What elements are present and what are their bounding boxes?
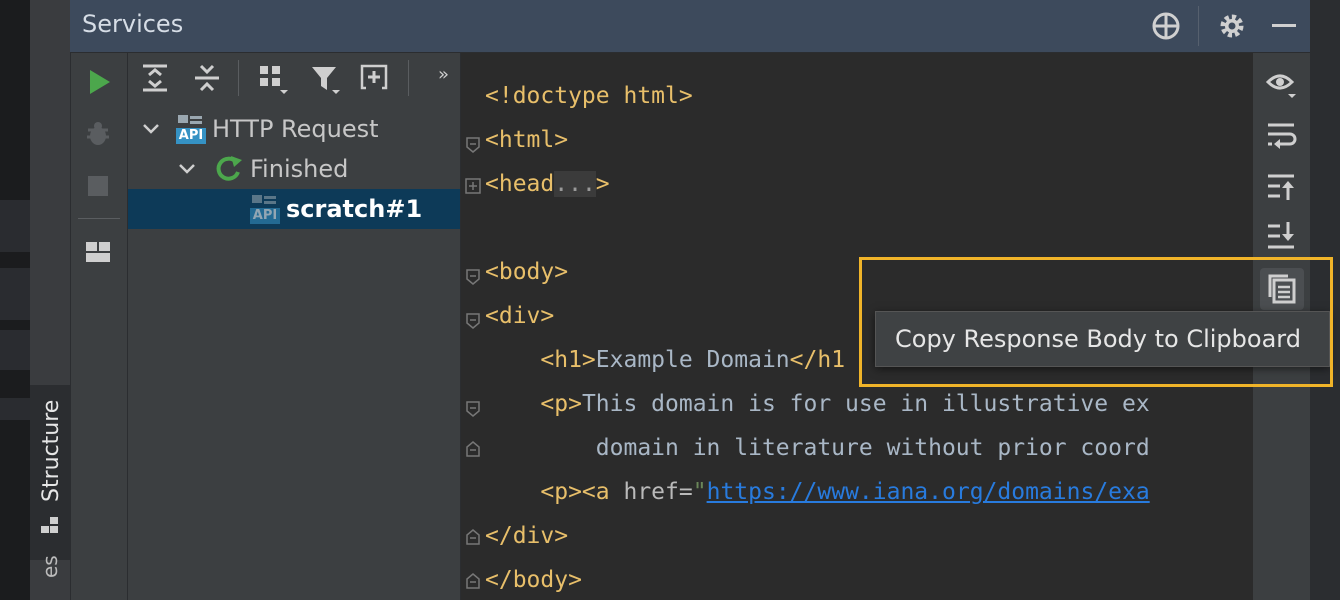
fold-end-icon[interactable] [465, 441, 481, 457]
tree-item-http-request[interactable]: API HTTP Request [140, 109, 379, 149]
expand-fold-icon[interactable] [465, 178, 481, 194]
fold-marker-icon[interactable] [465, 269, 481, 285]
soft-wrap-icon[interactable] [1266, 120, 1298, 152]
collapse-all-icon[interactable] [192, 63, 222, 93]
code-line: <head...> [485, 171, 610, 197]
layout-icon[interactable] [85, 240, 111, 264]
fold-marker-icon[interactable] [465, 137, 481, 153]
code-line: <!doctype html> [485, 83, 693, 109]
code-line: <p><a href="https://www.iana.org/domains… [540, 479, 1150, 505]
left-edge-strip [0, 0, 30, 600]
group-by-icon[interactable] [258, 64, 288, 94]
code-line: domain in literature without prior coord [595, 435, 1150, 461]
code-line: </body> [485, 567, 582, 593]
tree-item-scratch[interactable]: API scratch#1 [250, 189, 422, 229]
code-line: <html> [485, 127, 569, 153]
toolbar-separator [78, 218, 120, 219]
debug-icon [87, 122, 109, 145]
eye-icon[interactable] [1266, 68, 1298, 100]
api-icon: API [250, 193, 280, 225]
code-line: <h1>Example Domain</h1 [540, 347, 846, 373]
scroll-to-end-icon[interactable] [1266, 220, 1298, 252]
expand-all-icon[interactable] [140, 63, 170, 93]
crosshair-icon[interactable] [1150, 10, 1182, 42]
run-icon[interactable] [86, 68, 112, 96]
filter-icon[interactable] [310, 64, 340, 94]
stop-icon [88, 176, 108, 196]
minimize-icon[interactable] [1268, 10, 1300, 42]
code-line: <div> [485, 303, 555, 329]
api-icon: API [176, 113, 206, 145]
services-tab-label[interactable]: es [38, 555, 62, 578]
fold-end-icon[interactable] [465, 529, 481, 545]
rerun-icon [216, 156, 242, 181]
chevron-down-icon [143, 124, 159, 134]
panel-title: Services [82, 10, 184, 38]
tree-toolbar-separator [238, 60, 239, 96]
annotation-highlight-box [859, 257, 1333, 387]
services-header [70, 0, 1310, 53]
iana-link[interactable]: https://www.iana.org/domains/exa [707, 479, 1150, 505]
add-service-icon[interactable] [360, 62, 390, 92]
fold-marker-icon[interactable] [465, 313, 481, 329]
tree-item-label: HTTP Request [212, 115, 379, 143]
structure-tab-label: Structure [39, 399, 64, 502]
code-line: </div> [485, 523, 569, 549]
header-separator [1198, 6, 1199, 46]
fold-end-icon[interactable] [465, 573, 481, 589]
scroll-to-top-icon[interactable] [1266, 172, 1298, 204]
tree-item-finished[interactable]: Finished [176, 149, 348, 189]
tree-item-label: scratch#1 [286, 195, 423, 223]
tree-item-label: Finished [250, 155, 349, 183]
code-line: <body> [485, 259, 569, 285]
code-line: <p>This domain is for use in illustrativ… [540, 391, 1150, 417]
structure-icon [41, 517, 58, 533]
fold-marker-icon[interactable] [465, 401, 481, 417]
chevron-down-icon [179, 164, 195, 174]
more-chevrons-icon[interactable]: » [438, 64, 449, 85]
gear-icon[interactable] [1216, 10, 1248, 42]
collapsed-region[interactable]: ... [554, 171, 596, 197]
tree-toolbar-separator-2 [408, 60, 409, 96]
